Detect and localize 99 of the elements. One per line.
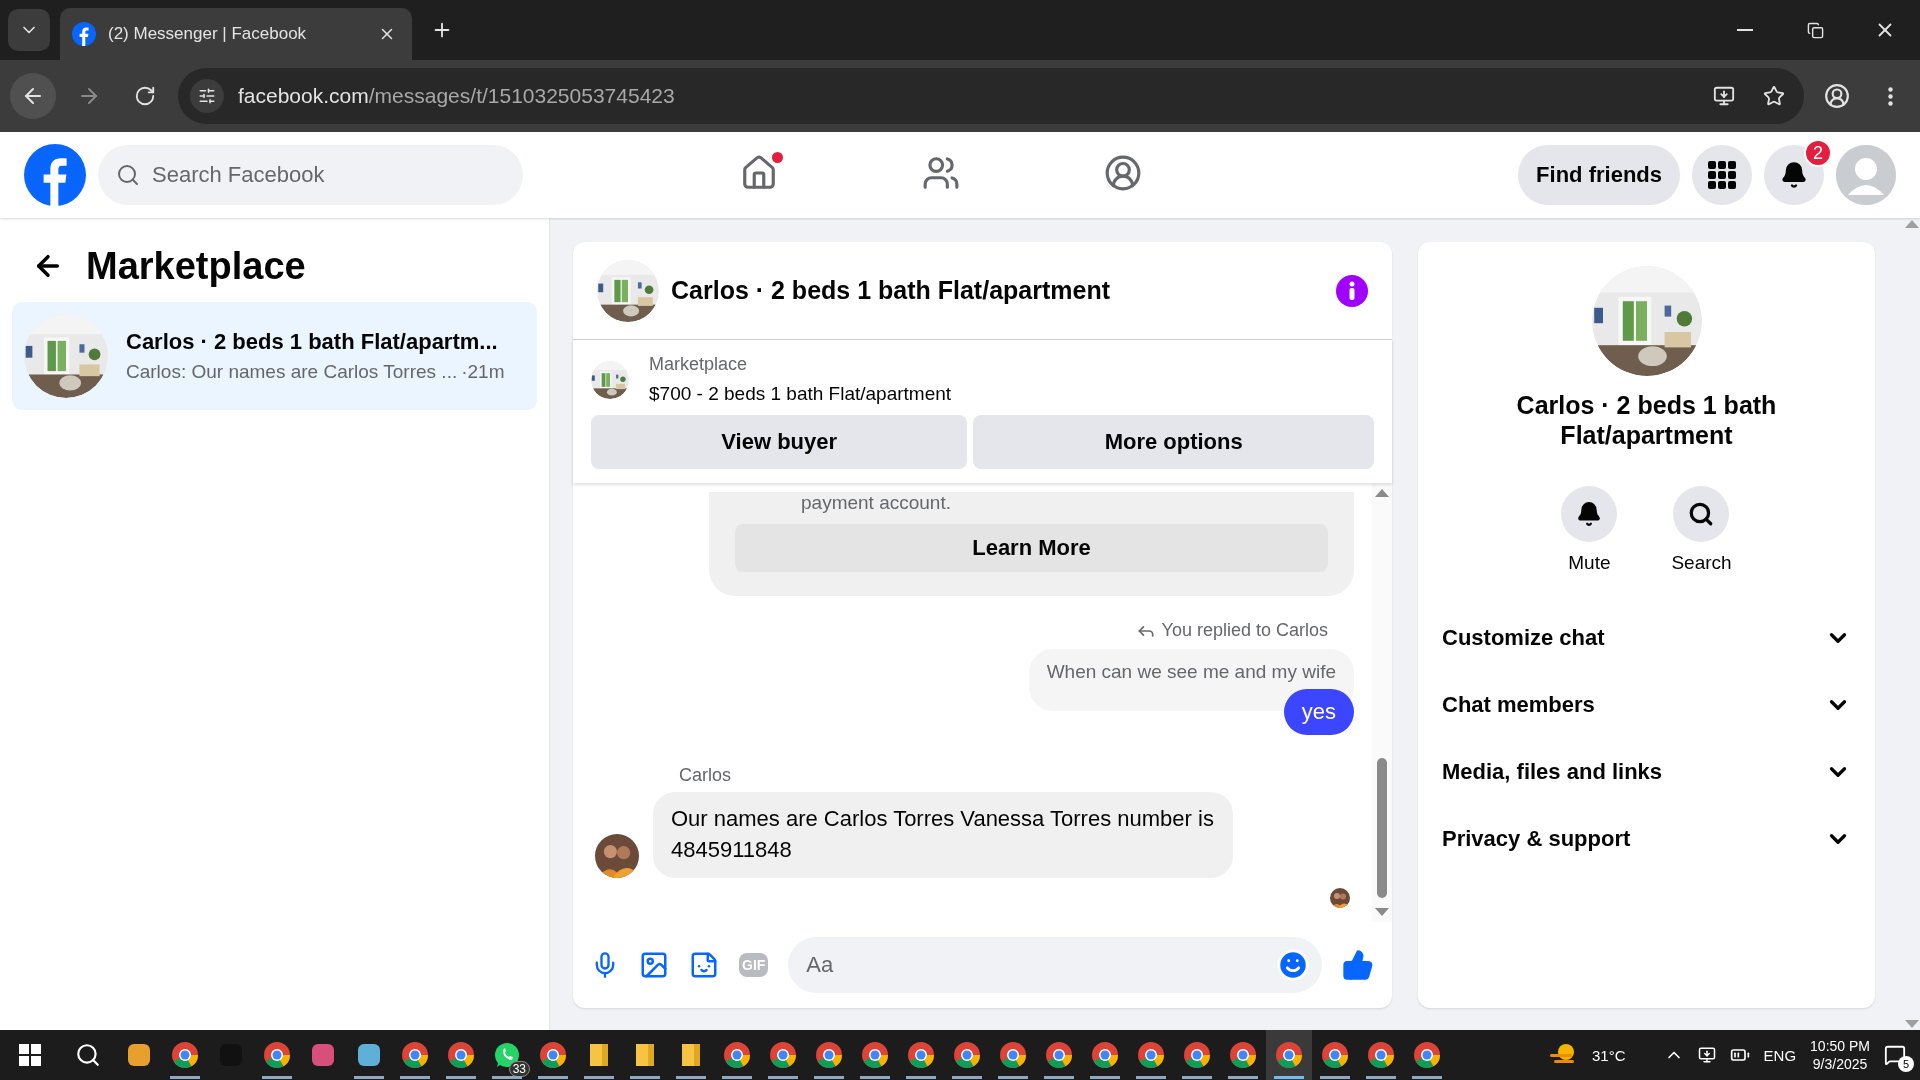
menu-icon — [1887, 86, 1893, 106]
reload-icon — [134, 85, 156, 107]
tab-title: (2) Messenger | Facebook — [108, 24, 308, 44]
chrome-icon — [1045, 1041, 1073, 1069]
folder-icon — [634, 1042, 656, 1068]
device-icon[interactable] — [1697, 1046, 1716, 1064]
notifications-button[interactable] — [1764, 145, 1824, 205]
facebook-icon — [72, 22, 96, 46]
chrome-icon — [1183, 1041, 1211, 1069]
windows-icon — [19, 1044, 41, 1066]
profile-icon — [1824, 83, 1850, 109]
monitor-download-icon — [1713, 85, 1735, 107]
chrome-icon — [769, 1041, 797, 1069]
message-preview: Carlos: Our names are Carlos Torres ... — [126, 361, 458, 383]
app-badge: 33 — [508, 1061, 530, 1077]
listing-label: Marketplace — [649, 354, 749, 375]
listing-button[interactable]: More options — [973, 415, 1374, 469]
folder-icon — [588, 1042, 610, 1068]
scroll-up-icon[interactable] — [1375, 487, 1389, 497]
browser-tab[interactable]: (2) Messenger | Facebook — [60, 8, 412, 60]
clock-date: 9/3/2025 — [1812, 1056, 1868, 1072]
emoji-icon[interactable] — [1276, 948, 1310, 982]
chrome-icon — [815, 1041, 843, 1069]
star-icon — [1763, 85, 1785, 107]
back-button[interactable] — [10, 73, 56, 119]
chrome-icon — [1229, 1041, 1257, 1069]
chrome-icon — [171, 1041, 199, 1069]
friends-icon — [922, 154, 960, 192]
chrome-icon — [1275, 1041, 1303, 1069]
section-header[interactable]: Privacy & support — [1418, 805, 1875, 872]
sticker-icon[interactable] — [689, 950, 719, 980]
menu-button[interactable] — [1692, 145, 1752, 205]
bell-icon — [1780, 161, 1808, 189]
home-icon — [740, 154, 778, 192]
reply-note: You replied to Carlos — [1161, 620, 1328, 642]
action-label: Mute — [1568, 552, 1611, 574]
chrome-icon — [1367, 1041, 1395, 1069]
avatar — [595, 834, 639, 878]
facebook-logo[interactable] — [24, 144, 86, 206]
section-header[interactable]: Customize chat — [1418, 604, 1875, 671]
chat-title: Carlos · 2 beds 1 bath Flat/apartment — [671, 276, 1111, 305]
action-label: Search — [1671, 552, 1732, 574]
grid-icon — [1708, 161, 1736, 189]
clock-time: 10:50 PM — [1810, 1038, 1870, 1054]
search-icon — [75, 1042, 101, 1068]
section-header[interactable]: Media, files and links — [1418, 738, 1875, 805]
conversation-title: Carlos · 2 beds 1 bath Flat/apartm... — [126, 329, 499, 355]
groups-icon — [1104, 154, 1142, 192]
search-icon — [116, 163, 140, 187]
chrome-icon — [539, 1041, 567, 1069]
restore-icon — [1806, 21, 1824, 39]
find-friends-button[interactable]: Find friends — [1518, 145, 1680, 205]
chrome-icon — [263, 1041, 291, 1069]
scroll-down-icon[interactable] — [1375, 908, 1389, 918]
temperature: 31°C — [1592, 1046, 1626, 1064]
message-text: payment account. — [800, 492, 952, 515]
site-info-button[interactable] — [190, 79, 224, 113]
notification-count: 5 — [1898, 1056, 1914, 1072]
chrome-icon — [1091, 1041, 1119, 1069]
message-field[interactable]: Aa — [788, 937, 1322, 993]
search-field[interactable]: Search Facebook — [98, 145, 523, 205]
sidebar-title: Marketplace — [86, 244, 306, 288]
details-title: Carlos · 2 beds 1 bath Flat/apartment — [1515, 390, 1778, 450]
chrome-icon — [723, 1041, 751, 1069]
chrome-icon — [1321, 1041, 1349, 1069]
received-message: Our names are Carlos Torres Vanessa Torres number is 4845911848 — [653, 792, 1233, 878]
taskbar-app[interactable] — [1266, 1030, 1312, 1080]
chrome-icon — [1413, 1041, 1441, 1069]
info-icon[interactable] — [1336, 274, 1368, 307]
like-icon[interactable] — [1342, 949, 1374, 981]
address-bar[interactable]: facebook.com/messages/t/1510325053745423 — [178, 68, 1804, 124]
url-text: facebook.com/messages/t/1510325053745423 — [238, 84, 676, 108]
chrome-icon — [907, 1041, 935, 1069]
chrome-icon — [953, 1041, 981, 1069]
chrome-icon — [1137, 1041, 1165, 1069]
avatar — [1330, 888, 1350, 908]
taskbar-app[interactable]: 33 — [484, 1030, 530, 1080]
photo-icon[interactable] — [639, 950, 669, 980]
sliders-icon — [198, 87, 216, 105]
avatar — [1836, 145, 1896, 205]
folder-icon — [680, 1042, 702, 1068]
chrome-icon — [861, 1041, 889, 1069]
chrome-icon — [401, 1041, 429, 1069]
bell-icon — [1576, 501, 1603, 527]
chrome-icon — [999, 1041, 1027, 1069]
chrome-icon — [447, 1041, 475, 1069]
listing-summary: $700 - 2 beds 1 bath Flat/apartment — [649, 383, 952, 405]
learn-more-button[interactable]: Learn More — [735, 524, 1328, 573]
message-time: ·21m — [461, 361, 505, 383]
clock[interactable]: 10:50 PM 9/3/2025 — [1810, 1038, 1870, 1072]
section-header[interactable]: Chat members — [1418, 671, 1875, 738]
minimize-icon — [1737, 29, 1753, 31]
scrollbar-thumb[interactable] — [1377, 758, 1387, 898]
search-icon — [1688, 501, 1715, 527]
listing-button[interactable]: View buyer — [591, 415, 968, 469]
language-indicator[interactable]: ENG — [1763, 1046, 1797, 1064]
sender-name: Carlos — [679, 765, 732, 787]
conversation-item[interactable]: Carlos · 2 beds 1 bath Flat/apartm... Carlos: Our names are Carlos Torres ... ·21m — [12, 302, 537, 410]
notification-badge: 2 — [1804, 139, 1832, 167]
